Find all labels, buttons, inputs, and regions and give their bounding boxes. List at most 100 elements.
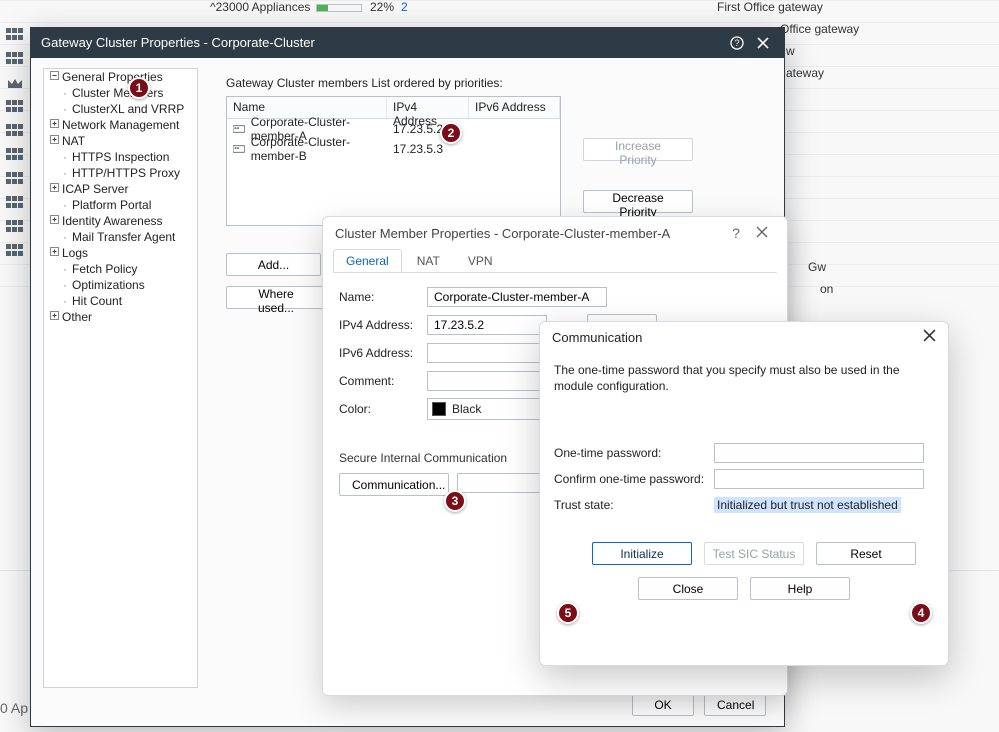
ipv4-field[interactable] [427, 315, 547, 335]
rail-icon[interactable] [6, 28, 24, 42]
callout-1: 1 [128, 77, 150, 99]
name-field[interactable] [427, 287, 607, 307]
tree-item-label: Network Management [60, 117, 179, 133]
tree-item[interactable]: ·Fetch Policy [44, 261, 197, 277]
tree-leaf-icon: · [60, 277, 70, 293]
label-color: Color: [339, 402, 427, 416]
expand-icon [48, 309, 60, 325]
tree-item-label: Identity Awareness [60, 213, 163, 229]
rail-icon[interactable] [6, 100, 24, 114]
tree-item[interactable]: NAT [44, 133, 197, 149]
bg-r3: ateway [786, 66, 824, 80]
confirm-otp-field[interactable] [714, 469, 924, 489]
close-button[interactable]: Close [638, 577, 738, 600]
tree-item[interactable]: General Properties [44, 69, 197, 85]
communication-button[interactable]: Communication... [339, 473, 449, 496]
tab-nat[interactable]: NAT [404, 249, 453, 272]
dialog-titlebar[interactable]: Gateway Cluster Properties - Corporate-C… [31, 28, 784, 58]
nav-tree[interactable]: General Properties·Cluster Members·Clust… [43, 68, 198, 688]
initialize-button[interactable]: Initialize [592, 542, 692, 565]
where-used-button[interactable]: Where used... [226, 286, 326, 309]
tree-item[interactable]: ·Platform Portal [44, 197, 197, 213]
tree-item[interactable]: Other [44, 309, 197, 325]
tree-item-label: Fetch Policy [70, 261, 137, 277]
gateway-icon [233, 144, 245, 154]
col-ip4[interactable]: IPv4 Address [387, 97, 469, 118]
tree-item[interactable]: ·HTTPS Inspection [44, 149, 197, 165]
tree-leaf-icon: · [60, 165, 70, 181]
dialog-title: Gateway Cluster Properties - Corporate-C… [41, 28, 315, 58]
label-ip6: IPv6 Address: [339, 346, 427, 360]
help-icon[interactable]: ? [723, 225, 749, 241]
ok-button[interactable]: OK [632, 693, 694, 716]
member-tabs: General NAT VPN [333, 249, 777, 273]
expand-icon [48, 213, 60, 229]
help-icon[interactable]: ? [726, 32, 748, 54]
col-ip6[interactable]: IPv6 Address [469, 97, 560, 118]
tab-general[interactable]: General [333, 249, 402, 272]
label-otp: One-time password: [554, 446, 714, 460]
communication-dialog: Communication The one-time password that… [539, 321, 949, 666]
rail-icon[interactable] [6, 52, 24, 66]
label-confirm-otp: Confirm one-time password: [554, 472, 714, 486]
rail-icon-crown[interactable] [6, 76, 24, 90]
tree-item-label: Logs [60, 245, 88, 261]
rail-icon[interactable] [6, 196, 24, 210]
comm-description: The one-time password that you specify m… [554, 362, 934, 394]
bg-r4: Gw [808, 260, 826, 274]
callout-5: 5 [557, 602, 579, 624]
test-sic-button[interactable]: Test SIC Status [704, 542, 804, 565]
members-hint: Gateway Cluster members List ordered by … [226, 76, 503, 90]
tree-item[interactable]: Identity Awareness [44, 213, 197, 229]
rail-icon[interactable] [6, 172, 24, 186]
ipv6-field[interactable] [427, 343, 547, 363]
label-name: Name: [339, 290, 427, 304]
gateway-icon [233, 124, 245, 134]
tree-item[interactable]: Network Management [44, 117, 197, 133]
collapse-icon [48, 69, 60, 85]
tree-item[interactable]: ·Hit Count [44, 293, 197, 309]
row-name: Corporate-Cluster-member-B [251, 135, 381, 163]
tree-item[interactable]: ·Cluster Members [44, 85, 197, 101]
tree-item[interactable]: ·Optimizations [44, 277, 197, 293]
tree-item-label: Optimizations [70, 277, 145, 293]
members-grid[interactable]: Name IPv4 Address IPv6 Address Corporate… [226, 96, 561, 226]
table-row[interactable]: Corporate-Cluster-member-B17.23.5.3 [227, 139, 560, 159]
comm-titlebar[interactable]: Communication [540, 322, 948, 352]
rail-icon[interactable] [6, 124, 24, 138]
color-value: Black [452, 402, 481, 416]
help-button[interactable]: Help [750, 577, 850, 600]
decrease-priority-button[interactable]: Decrease Priority [583, 190, 693, 213]
tree-item-label: Hit Count [70, 293, 122, 309]
rail-icon[interactable] [6, 148, 24, 162]
tree-item-label: ICAP Server [60, 181, 128, 197]
close-icon[interactable] [749, 225, 775, 241]
add-button[interactable]: Add... [226, 253, 321, 276]
member-titlebar[interactable]: Cluster Member Properties - Corporate-Cl… [323, 217, 787, 249]
close-icon[interactable] [923, 329, 936, 345]
comm-title: Communication [552, 330, 642, 345]
cancel-button[interactable]: Cancel [704, 693, 766, 716]
otp-field[interactable] [714, 443, 924, 463]
tree-item[interactable]: Logs [44, 245, 197, 261]
expand-icon [48, 117, 60, 133]
bg-count: 2 [401, 0, 408, 14]
tree-item-label: Mail Transfer Agent [70, 229, 175, 245]
tree-leaf-icon: · [60, 149, 70, 165]
rail-icon[interactable] [6, 244, 24, 258]
reset-button[interactable]: Reset [816, 542, 916, 565]
rail-icon[interactable] [6, 220, 24, 234]
close-icon[interactable] [752, 32, 774, 54]
bg-footer: 0 Ap [0, 700, 28, 716]
bg-r2: w [786, 44, 795, 58]
tree-item[interactable]: ICAP Server [44, 181, 197, 197]
tree-item[interactable]: ·Mail Transfer Agent [44, 229, 197, 245]
tab-vpn[interactable]: VPN [455, 249, 506, 272]
bg-r0: First Office gateway [717, 0, 823, 14]
tree-item[interactable]: ·ClusterXL and VRRP [44, 101, 197, 117]
tree-item[interactable]: ·HTTP/HTTPS Proxy [44, 165, 197, 181]
label-ip4: IPv4 Address: [339, 318, 427, 332]
bg-pct: 22% [370, 0, 394, 14]
tree-leaf-icon: · [60, 85, 70, 101]
increase-priority-button[interactable]: Increase Priority [583, 138, 693, 161]
